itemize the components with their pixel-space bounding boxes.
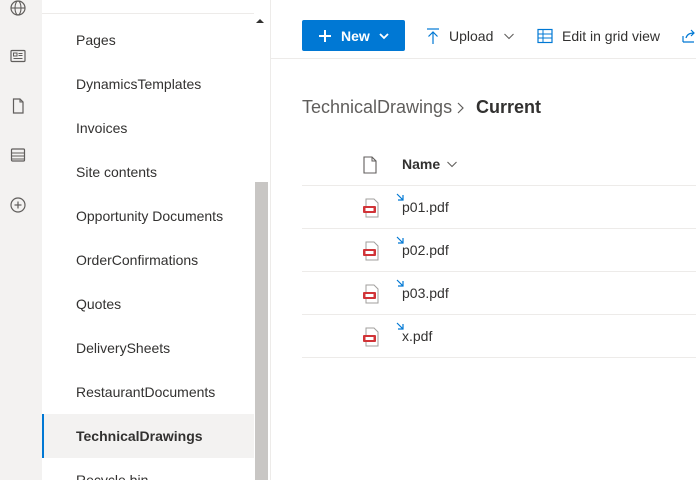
nav-item-site-contents[interactable]: Site contents — [42, 150, 254, 194]
nav-item-quotes[interactable]: Quotes — [42, 282, 254, 326]
pdf-icon — [363, 284, 379, 304]
pdf-icon — [363, 241, 379, 261]
name-column-header[interactable]: Name — [402, 156, 458, 172]
scroll-up-arrow-icon[interactable] — [255, 16, 265, 26]
document-icon[interactable] — [8, 96, 28, 116]
news-icon[interactable] — [8, 46, 28, 66]
nav-scrollbar-thumb[interactable] — [255, 182, 268, 480]
file-type-icon[interactable] — [362, 156, 378, 174]
list-item[interactable]: x.pdf — [302, 315, 696, 358]
file-name[interactable]: p02.pdf — [402, 242, 449, 258]
upload-arrow-icon — [427, 27, 439, 44]
nav-item-pages[interactable]: Pages — [42, 18, 254, 62]
list-icon[interactable] — [8, 145, 28, 165]
list-item[interactable]: p02.pdf — [302, 229, 696, 272]
nav-item-dynamics-templates[interactable]: DynamicsTemplates — [42, 62, 254, 106]
pdf-icon — [363, 198, 379, 218]
chevron-right-icon — [457, 102, 464, 114]
nav-divider — [42, 13, 254, 14]
nav-item-recycle-bin[interactable]: Recycle bin — [42, 458, 254, 480]
upload-button[interactable]: Upload — [425, 20, 515, 51]
nav-item-invoices[interactable]: Invoices — [42, 106, 254, 150]
nav-item-technical-drawings[interactable]: TechnicalDrawings — [42, 414, 254, 458]
nav-item-order-confirmations[interactable]: OrderConfirmations — [42, 238, 254, 282]
list-item[interactable]: p01.pdf — [302, 186, 696, 229]
share-icon — [682, 29, 695, 43]
new-button[interactable]: New — [302, 20, 405, 51]
share-button[interactable] — [681, 20, 696, 51]
file-name[interactable]: p03.pdf — [402, 285, 449, 301]
chevron-down-icon — [379, 32, 389, 39]
globe-icon[interactable] — [8, 0, 28, 18]
list-header: Name — [302, 142, 696, 186]
upload-label: Upload — [449, 27, 494, 44]
chevron-down-icon — [504, 33, 515, 39]
nav-item-restaurant-documents[interactable]: RestaurantDocuments — [42, 370, 254, 414]
new-button-label: New — [341, 27, 370, 44]
breadcrumb-parent[interactable]: TechnicalDrawings — [302, 97, 452, 118]
add-circle-icon[interactable] — [8, 195, 28, 215]
grid-icon — [537, 28, 553, 43]
nav-item-delivery-sheets[interactable]: DeliverySheets — [42, 326, 254, 370]
chevron-down-icon — [447, 161, 458, 168]
file-name[interactable]: x.pdf — [402, 328, 432, 344]
plus-icon — [319, 29, 331, 42]
nav-item-opportunity-documents[interactable]: Opportunity Documents — [42, 194, 254, 238]
site-navigation: Pages DynamicsTemplates Invoices Site co… — [42, 0, 271, 480]
app-rail — [0, 0, 43, 480]
command-bar: New Upload Edit in grid view — [271, 0, 696, 59]
breadcrumb-current: Current — [476, 97, 542, 117]
file-name[interactable]: p01.pdf — [402, 199, 449, 215]
list-item[interactable]: p03.pdf — [302, 272, 696, 315]
edit-grid-view-button[interactable]: Edit in grid view — [537, 20, 660, 51]
name-column-label: Name — [402, 156, 441, 172]
edit-grid-view-label: Edit in grid view — [562, 27, 661, 44]
pdf-icon — [363, 327, 379, 347]
